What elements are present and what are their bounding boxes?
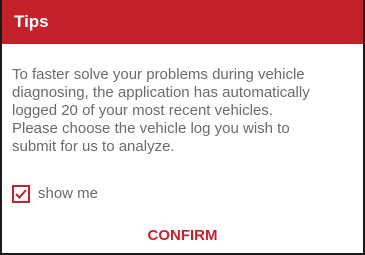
message-line: diagnosing, the application has automati… <box>12 84 310 101</box>
message-line: submit for us to analyze. <box>12 138 175 155</box>
dialog-titlebar: Tips <box>2 0 363 44</box>
show-me-checkbox[interactable] <box>12 185 30 203</box>
tips-dialog: Tips To faster solve your problems durin… <box>0 0 365 255</box>
message-line: Please choose the vehicle log you wish t… <box>12 120 290 137</box>
message-line: To faster solve your problems during veh… <box>12 66 305 83</box>
checkmark-icon <box>15 189 27 199</box>
dialog-message: To faster solve your problems during veh… <box>12 66 357 156</box>
show-me-checkbox-row[interactable]: show me <box>12 183 98 205</box>
message-line: logged 20 of your most recent vehicles. <box>12 102 273 119</box>
show-me-label: show me <box>38 185 99 202</box>
dialog-title: Tips <box>14 12 49 31</box>
confirm-button[interactable]: CONFIRM <box>2 226 363 246</box>
